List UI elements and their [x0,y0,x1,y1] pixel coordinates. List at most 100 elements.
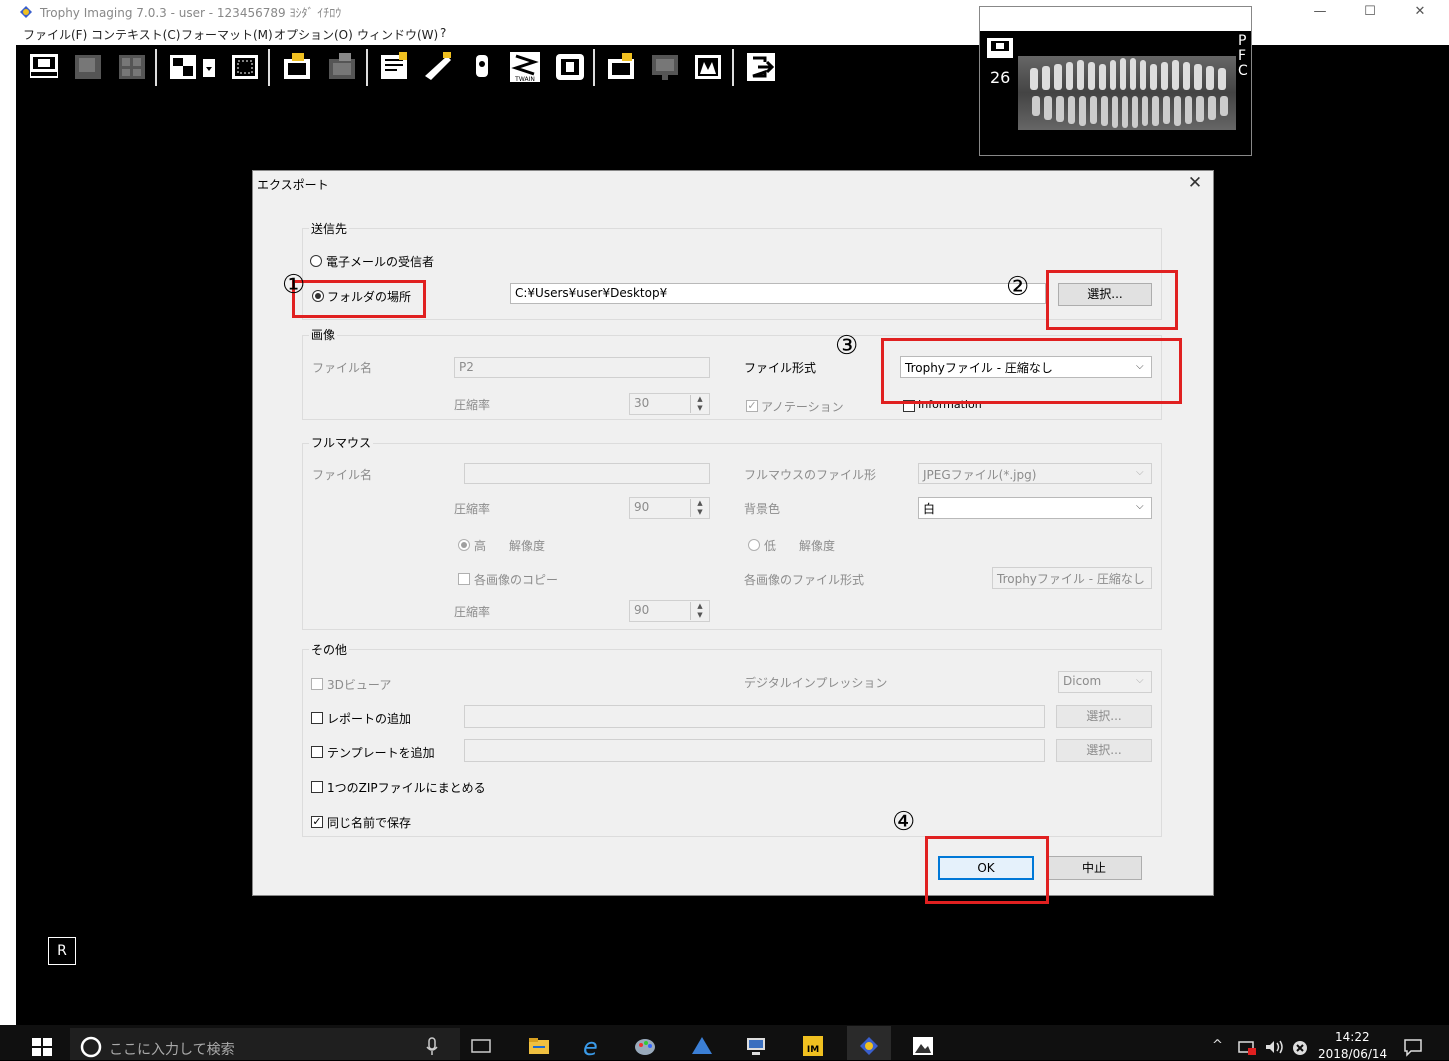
menu-context[interactable]: コンテキスト(C) [91,26,180,43]
network-app-icon[interactable] [744,1034,768,1058]
scanner-icon[interactable] [421,50,455,84]
photos-icon[interactable] [911,1034,935,1058]
windows-start-icon[interactable] [32,1038,52,1056]
annotation-checkbox[interactable]: ✓ [746,400,758,412]
annotation-label: アノテーション [761,400,844,414]
fullmouth-filename-field[interactable] [464,463,710,484]
clock-time[interactable]: 14:22 [1335,1030,1370,1044]
thumbnail-header [980,7,1251,31]
dialog-close-button[interactable]: ✕ [1184,172,1206,194]
cancel-button[interactable]: 中止 [1046,856,1142,880]
each-format-label: 各画像のファイル形式 [744,573,865,587]
panoramic-xray-image[interactable] [1018,56,1236,130]
menu-help[interactable]: ? [440,26,446,40]
fullmouth-format-value: JPEGファイル(*.jpg) [923,468,1037,482]
each-format-value: Trophyファイル - 圧縮なし [997,572,1145,586]
export-image-icon[interactable] [325,50,359,84]
chevron-down-icon: ⌵ [1136,675,1144,686]
minimize-button[interactable]: — [1308,2,1332,22]
folder-path-field[interactable]: C:¥Users¥user¥Desktop¥ [510,283,1046,304]
image-star-icon[interactable] [604,50,638,84]
triangle-app-icon[interactable] [690,1034,714,1058]
envelope-image-icon[interactable] [280,50,314,84]
task-view-icon[interactable] [469,1034,493,1058]
taskbar-search-placeholder: ここに入力して検索 [109,1042,235,1058]
status-x-icon[interactable] [1291,1039,1309,1057]
layout-icon[interactable] [166,50,200,84]
toolbar-separator [155,49,157,86]
highlight-ok-button [925,836,1049,904]
email-radio[interactable] [310,255,322,267]
high-label: 高 [474,539,487,553]
menu-file[interactable]: ファイル(F) [23,26,87,43]
dropdown-arrow-icon[interactable] [202,50,216,84]
trophy-imaging-icon[interactable] [857,1034,881,1058]
microphone-icon[interactable] [425,1037,439,1057]
copy-each-image-checkbox[interactable] [458,573,470,585]
exit-icon[interactable] [744,50,778,84]
report-path-field[interactable] [464,705,1045,728]
copy-compression-label: 圧縮率 [454,605,491,619]
zip-checkbox[interactable] [311,781,323,793]
toolbar-separator [732,49,734,86]
twain-icon[interactable]: TWAIN [508,50,542,84]
menu-options[interactable]: オプション(O) [274,26,353,43]
high-resolution-radio[interactable] [458,539,470,551]
fullmouth-format-label: フルマウスのファイル形 [744,468,877,482]
network-icon[interactable] [1237,1038,1257,1056]
r-marker: R [48,937,76,965]
menu-window[interactable]: ウィンドウ(W) [357,26,438,43]
maximize-button[interactable]: ☐ [1358,2,1382,22]
zip-label: 1つのZIPファイルにまとめる [327,781,486,795]
fullmouth-format-select[interactable]: JPEGファイル(*.jpg) [918,463,1152,484]
svg-text:e: e [583,1034,598,1058]
dialog-title: エクスポート [257,178,329,192]
internet-explorer-icon[interactable]: e [581,1033,605,1061]
panoramic-icon[interactable] [691,50,725,84]
film-view-icon[interactable] [27,50,61,84]
report-select-button[interactable]: 選択... [1056,705,1152,728]
image-view-icon[interactable] [71,50,105,84]
thumbnail-number: 26 [990,68,1011,87]
compression-spin-icon[interactable]: ▲ ▼ [690,395,709,413]
viewer3d-checkbox[interactable] [311,678,323,690]
volume-icon[interactable] [1264,1038,1286,1056]
same-name-checkbox[interactable]: ✓ [311,816,323,828]
svg-text:IM: IM [807,1045,819,1055]
monitor-icon[interactable] [648,50,682,84]
clock-date[interactable]: 2018/06/14 [1318,1047,1387,1061]
menu-format[interactable]: フォーマット(M) [181,26,273,43]
image-filename-field[interactable]: P2 [454,357,710,378]
paint-icon[interactable] [634,1034,658,1058]
chevron-up-icon[interactable]: ^ [1212,1038,1223,1053]
thumbnail-letter-f: F [1238,48,1247,64]
background-color-select[interactable]: 白 [918,497,1152,519]
add-report-label: レポートの追加 [327,712,412,726]
file-explorer-icon[interactable] [527,1034,551,1058]
fullmouth-filename-label: ファイル名 [312,468,373,482]
chevron-down-icon: ⌵ [1136,467,1144,478]
low-resolution-radio[interactable] [748,539,760,551]
compression-spin-icon[interactable]: ▲ ▼ [690,499,709,517]
add-report-checkbox[interactable] [311,712,323,724]
template-path-field[interactable] [464,739,1045,762]
grid-view-icon[interactable] [115,50,149,84]
notification-icon[interactable] [1403,1037,1423,1057]
image-manager-icon[interactable]: IM [801,1034,825,1058]
destination-group-label: 送信先 [309,220,350,237]
frame-icon[interactable] [228,50,262,84]
sensor-icon[interactable] [465,50,499,84]
app-icon [18,4,34,20]
document-icon[interactable] [377,50,411,84]
each-format-select[interactable]: Trophyファイル - 圧縮なし [992,567,1152,589]
template-select-button[interactable]: 選択... [1056,739,1152,762]
add-template-checkbox[interactable] [311,746,323,758]
device-icon[interactable] [553,50,587,84]
marker-1: ① [282,270,306,300]
image-filename-label: ファイル名 [312,361,373,375]
window-title: Trophy Imaging 7.0.3 - user - 123456789 … [40,6,342,20]
compression-spin-icon[interactable]: ▲ ▼ [690,602,709,620]
destination-group [302,228,1162,320]
background-color-label: 背景色 [744,502,781,516]
close-window-button[interactable]: ✕ [1408,2,1432,22]
